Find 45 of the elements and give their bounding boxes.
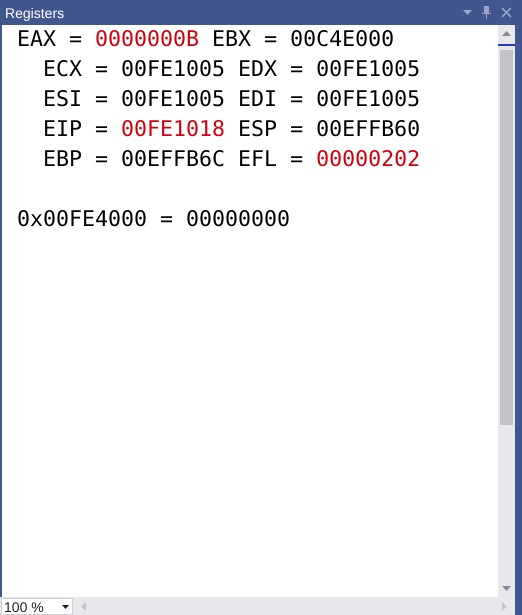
register-name: EDX [238, 56, 278, 84]
equals-sign: = [95, 86, 108, 114]
equals-sign: = [95, 56, 108, 84]
register-name: ESP [238, 116, 278, 144]
dropdown-icon[interactable] [463, 10, 472, 15]
register-name: EBX [212, 26, 252, 54]
close-icon[interactable] [501, 7, 512, 18]
register-value: 00EFFB6C [121, 146, 226, 174]
register-name: EIP [43, 116, 82, 144]
register-value: 00FE1005 [121, 56, 226, 84]
register-name: ESI [43, 86, 82, 114]
equals-sign: = [290, 86, 304, 114]
equals-sign: = [264, 26, 278, 54]
equals-sign: = [95, 116, 108, 144]
zoom-dropdown[interactable]: 100 % [1, 598, 73, 615]
memory-value: 00000000 [186, 206, 290, 234]
register-name: EAX [17, 26, 56, 54]
register-name: ECX [43, 56, 82, 84]
equals-sign: = [290, 56, 304, 84]
caret-position-marker [498, 44, 515, 46]
register-value: 00EFFB60 [316, 116, 420, 144]
equals-sign: = [160, 206, 174, 234]
scroll-thumb[interactable] [500, 50, 513, 425]
scroll-up-icon[interactable] [502, 31, 511, 36]
scroll-down-icon[interactable] [502, 586, 511, 591]
register-name: EFL [238, 146, 278, 174]
equals-sign: = [95, 146, 108, 174]
register-value: 00FE1018 [121, 116, 226, 144]
register-name: EBP [43, 146, 82, 174]
register-value: 00FE1005 [121, 86, 226, 114]
memory-address: 0x00FE4000 [17, 206, 148, 234]
register-value: 0000000B [95, 26, 200, 54]
pin-icon[interactable] [482, 6, 491, 19]
scroll-right-icon[interactable] [502, 602, 507, 610]
equals-sign: = [290, 116, 304, 144]
equals-sign: = [69, 26, 82, 54]
register-value: 00000202 [316, 146, 420, 174]
register-value: 00FE1005 [316, 56, 420, 84]
window-title: Registers [5, 4, 66, 20]
scroll-left-icon[interactable] [81, 602, 86, 610]
register-value: 00C4E000 [290, 26, 394, 54]
equals-sign: = [290, 146, 304, 174]
register-name: EDI [238, 86, 278, 114]
caret-icon[interactable] [62, 604, 69, 608]
register-value: 00FE1005 [316, 86, 420, 114]
